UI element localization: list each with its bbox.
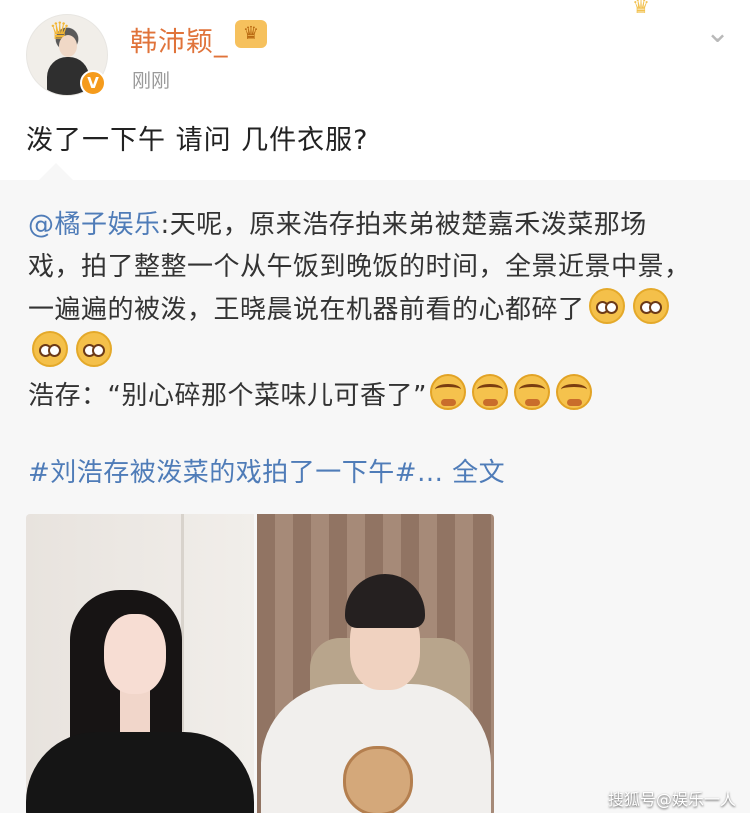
pleading-face-emoji — [588, 288, 625, 324]
crying-face-emoji — [429, 374, 466, 410]
right-photo[interactable] — [257, 514, 494, 813]
repost-card[interactable]: @橘子娱乐:天呢，原来浩存拍来弟被楚嘉禾泼菜那场 戏，拍了整整一个从午饭到晚饭的… — [0, 163, 750, 813]
mention-link[interactable]: @橘子娱乐 — [28, 210, 161, 240]
post-timestamp: 刚刚 — [132, 70, 171, 92]
crying-face-emoji — [555, 374, 592, 410]
left-photo[interactable] — [26, 514, 254, 813]
woman-face — [104, 614, 166, 694]
woman-shirt — [26, 732, 254, 813]
avatar-face — [59, 35, 77, 57]
pleading-face-emoji — [76, 331, 112, 367]
repost-line-4: 浩存：“别心碎那个菜味儿可香了” — [28, 381, 427, 411]
chevron-down-icon[interactable]: ⌄ — [705, 18, 730, 48]
crown-decoration-icon: ♛ — [632, 0, 650, 18]
photo-grid[interactable] — [26, 514, 494, 813]
crying-face-emoji — [513, 374, 550, 410]
repost-line-1: :天呢，原来浩存拍来弟被楚嘉禾泼菜那场 — [160, 210, 647, 240]
crying-face-emoji — [471, 374, 508, 410]
repost-line-2: 戏，拍了整整一个从午饭到晚饭的时间，全景近景中景， — [28, 252, 691, 282]
pleading-face-emoji — [32, 331, 68, 367]
post-text: 泼了一下午 请问 几件衣服? — [26, 125, 369, 156]
repost-line-3: 一遍遍的被泼，王晓晨说在机器前看的心都碎了 — [28, 295, 585, 325]
post-header: ♛ ♛ V 韩沛颖_ ♛ 刚刚 ⌄ 泼了一下午 请问 几件衣服? — [0, 0, 750, 180]
repost-text: @橘子娱乐:天呢，原来浩存拍来弟被楚嘉禾泼菜那场 戏，拍了整整一个从午饭到晚饭的… — [28, 204, 728, 417]
vip-crown-icon[interactable]: ♛ — [235, 20, 267, 48]
pleading-face-emoji — [632, 288, 669, 324]
watermark: 搜狐号@娱乐一人行 — [608, 790, 737, 809]
topic-link[interactable]: #刘浩存被泼菜的戏拍了一下午#... 全文 — [28, 452, 505, 489]
dog-print — [343, 746, 413, 813]
man-hair — [345, 574, 425, 628]
verified-badge-icon: V — [80, 70, 106, 96]
username[interactable]: 韩沛颖_ — [130, 20, 229, 59]
